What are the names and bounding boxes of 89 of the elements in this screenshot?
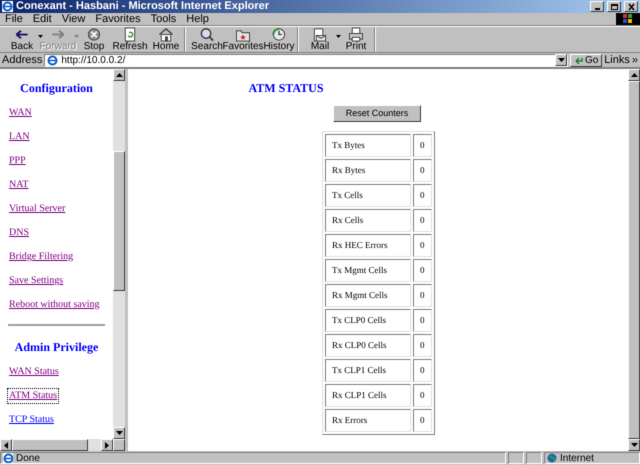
table-cell: Rx CLP0 Cells (325, 334, 411, 357)
maximize-button[interactable] (607, 1, 621, 12)
table-cell: Rx HEC Errors (325, 234, 411, 257)
table-cell: Tx CLP1 Cells (325, 359, 411, 382)
table-cell: 0 (413, 209, 432, 232)
table-cell: 0 (413, 284, 432, 307)
close-button[interactable] (624, 1, 638, 12)
address-label: Address (2, 52, 42, 68)
minimize-button[interactable] (590, 1, 604, 12)
stop-button[interactable]: Stop (76, 27, 112, 52)
table-cell: 0 (413, 259, 432, 282)
home-button[interactable]: Home (148, 27, 184, 52)
caret-icon[interactable] (336, 35, 341, 38)
menu-item[interactable]: Edit (28, 13, 57, 25)
sidebar-link[interactable]: Save Settings (8, 274, 64, 288)
table-cell: Rx Cells (325, 209, 411, 232)
table-cell: 0 (413, 309, 432, 332)
table-cell: 0 (413, 134, 432, 157)
sidebar-link[interactable]: ATM Status (8, 389, 58, 403)
status-pane (526, 452, 542, 464)
history-icon (270, 27, 288, 42)
down-arrow-icon (116, 431, 122, 435)
sidebar-link[interactable]: WAN (8, 106, 33, 120)
table-cell: Tx Bytes (325, 134, 411, 157)
section-heading: Configuration (19, 80, 94, 97)
menu-item[interactable]: File (0, 13, 28, 25)
down-arrow-icon (630, 443, 638, 448)
table-cell: Tx Mgmt Cells (325, 259, 411, 282)
table-cell: Rx CLP1 Cells (325, 384, 411, 407)
sidebar-link[interactable]: Virtual Server (8, 202, 66, 216)
reset-counters-button[interactable]: Reset Counters (333, 105, 421, 122)
table-cell: Rx Bytes (325, 159, 411, 182)
up-arrow-icon (116, 73, 122, 77)
scrollbar[interactable] (0, 439, 125, 451)
sidebar-link[interactable]: Reboot without saving (8, 298, 101, 312)
down-arrow-icon (558, 58, 565, 62)
table-cell: 0 (413, 384, 432, 407)
table-cell: 0 (413, 334, 432, 357)
table-cell: 0 (413, 159, 432, 182)
favorites-button[interactable]: Favorites (225, 27, 261, 52)
close-icon (626, 2, 636, 10)
mail-button[interactable]: Mail (302, 27, 338, 52)
maximize-icon (610, 2, 618, 10)
table-cell: 0 (413, 184, 432, 207)
sidebar-link[interactable]: Bridge Filtering (8, 250, 74, 264)
caret-icon[interactable] (38, 35, 43, 38)
sidebar-link[interactable]: PPP (8, 154, 27, 168)
table-cell: 0 (413, 234, 432, 257)
sidebar-link[interactable]: NAT (8, 178, 30, 192)
print-button[interactable]: Print (338, 27, 374, 52)
go-button[interactable]: Go (570, 54, 602, 66)
window-title: Conexant - Hasbani - Microsoft Internet Explorer (16, 0, 270, 13)
table-cell: 0 (413, 409, 432, 432)
refresh-button[interactable]: Refresh (112, 27, 148, 52)
section-heading: Admin Privilege (14, 339, 100, 356)
ie-icon (47, 54, 58, 66)
links-button[interactable]: Links (604, 52, 630, 68)
page-heading: ATM STATUS (247, 80, 324, 97)
status-text: Done (0, 452, 506, 464)
left-arrow-icon (4, 442, 8, 448)
right-arrow-icon (105, 442, 109, 448)
menu-item[interactable]: Favorites (90, 13, 146, 25)
table-cell: Tx CLP0 Cells (325, 309, 411, 332)
table-cell: 0 (413, 359, 432, 382)
menu-item[interactable]: View (56, 13, 90, 25)
dropdown-button[interactable] (555, 54, 568, 66)
go-arrow-icon (574, 56, 584, 64)
up-arrow-icon (630, 72, 638, 77)
zone-indicator: Internet (544, 452, 640, 464)
ie-icon (2, 1, 13, 12)
back-button[interactable]: Back (4, 27, 40, 52)
sidebar-link[interactable]: WAN Status (8, 365, 60, 379)
page-icon (3, 453, 13, 463)
table-cell: Rx Errors (325, 409, 411, 432)
sidebar-link[interactable]: DNS (8, 226, 30, 240)
address-field[interactable]: http://10.0.0.2/ (44, 54, 568, 66)
scrollbar[interactable] (628, 69, 640, 451)
windows-logo (616, 13, 640, 25)
table-cell: Tx Cells (325, 184, 411, 207)
search-icon (198, 27, 216, 42)
menu-item[interactable]: Tools (146, 13, 182, 25)
globe-icon (547, 453, 557, 463)
menu-item[interactable]: Help (181, 13, 214, 25)
scrollbar[interactable] (113, 69, 125, 439)
table-cell: Rx Mgmt Cells (325, 284, 411, 307)
sidebar-link[interactable]: LAN (8, 130, 31, 144)
chevron-button[interactable]: » (632, 52, 638, 68)
sidebar-link[interactable]: TCP Status (8, 413, 55, 427)
status-pane (508, 452, 524, 464)
